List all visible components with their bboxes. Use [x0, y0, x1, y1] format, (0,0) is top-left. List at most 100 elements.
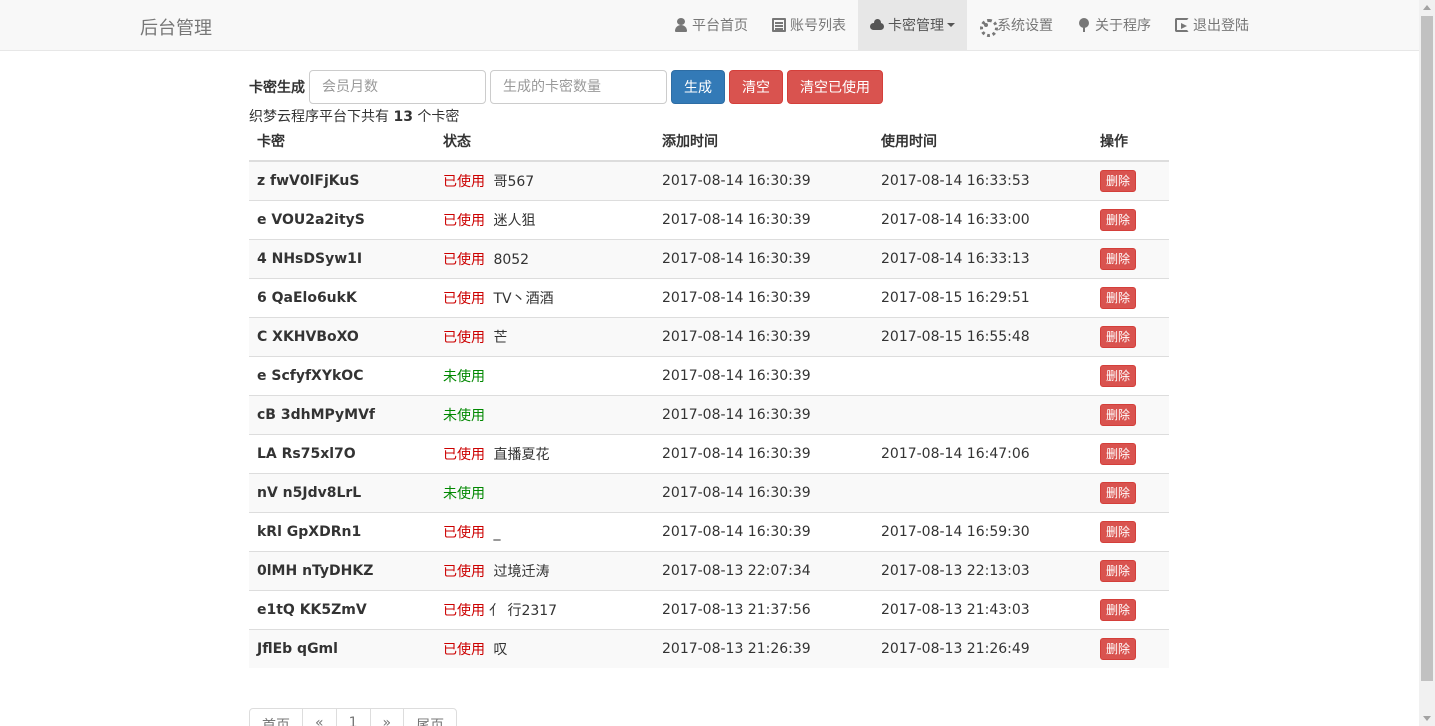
nav-item-label: 退出登陆	[1193, 18, 1249, 34]
added-time-cell: 2017-08-14 16:30:39	[654, 316, 873, 356]
cloud-icon	[870, 18, 884, 32]
delete-button[interactable]: 删除	[1100, 481, 1136, 504]
page-next[interactable]: »	[369, 708, 405, 726]
status-cell: 未使用	[435, 472, 654, 512]
status-badge: 未使用	[443, 407, 485, 424]
added-time-cell: 2017-08-13 21:37:56	[654, 589, 873, 629]
page-current[interactable]: 1	[335, 708, 371, 726]
card-key-cell: e VOU2a2ityS	[249, 199, 435, 239]
card-key-cell: JflEb qGml	[249, 628, 435, 668]
used-time-cell: 2017-08-14 16:47:06	[873, 433, 1092, 473]
used-time-cell	[873, 472, 1092, 512]
member-months-input[interactable]	[309, 70, 486, 104]
status-badge: 已使用	[443, 173, 485, 190]
used-time-cell: 2017-08-14 16:59:30	[873, 511, 1092, 551]
delete-button[interactable]: 删除	[1100, 208, 1136, 231]
gear-icon	[979, 18, 998, 37]
nav-item-about[interactable]: 关于程序	[1065, 0, 1163, 50]
card-key-cell: z fwV0lFjKuS	[249, 160, 435, 200]
status-cell: 已使用 过境迁涛	[435, 550, 654, 590]
added-time-cell: 2017-08-14 16:30:39	[654, 433, 873, 473]
status-badge: 已使用	[443, 329, 485, 346]
used-time-cell: 2017-08-13 21:26:49	[873, 628, 1092, 668]
status-cell: 已使用亻 行2317	[435, 589, 654, 629]
added-time-cell: 2017-08-13 22:07:34	[654, 550, 873, 590]
user-name: _	[489, 524, 501, 541]
used-time-cell: 2017-08-14 16:33:00	[873, 199, 1092, 239]
nav-item-home[interactable]: 平台首页	[662, 0, 760, 50]
table-header-row: 卡密 状态 添加时间 使用时间 操作	[249, 122, 1169, 162]
status-cell: 未使用	[435, 355, 654, 395]
scroll-down-arrow-icon[interactable]	[1423, 716, 1431, 721]
status-cell: 已使用 迷人狙	[435, 199, 654, 239]
status-badge: 已使用	[443, 446, 485, 463]
brand-title[interactable]: 后台管理	[140, 14, 212, 40]
page-prev[interactable]: «	[302, 708, 337, 726]
nav-item-accounts[interactable]: 账号列表	[760, 0, 858, 50]
nav-item-label: 系统设置	[997, 18, 1053, 34]
delete-button[interactable]: 删除	[1100, 637, 1136, 660]
card-generate-form: 卡密生成 生成 清空 清空已使用	[249, 70, 887, 104]
table-row: LA Rs75xl7O 已使用 直播夏花 2017-08-14 16:30:39 20…	[249, 433, 1169, 473]
nav-item-logout[interactable]: 退出登陆	[1163, 0, 1261, 50]
scroll-up-arrow-icon[interactable]	[1423, 5, 1431, 10]
delete-button[interactable]: 删除	[1100, 286, 1136, 309]
used-time-cell: 2017-08-14 16:33:53	[873, 160, 1092, 200]
status-cell: 已使用 哥567	[435, 160, 654, 200]
user-name: 哥567	[489, 173, 535, 190]
page-last[interactable]: 尾页	[403, 708, 458, 726]
status-badge: 已使用	[443, 212, 485, 229]
card-table: 卡密 状态 添加时间 使用时间 操作 z fwV0lFjKuS 已使用 哥567 2…	[249, 122, 1169, 668]
top-navbar: 后台管理 平台首页 账号列表 卡密管理 系统设置 关于程序 退出登陆	[0, 0, 1419, 51]
delete-button[interactable]: 删除	[1100, 520, 1136, 543]
table-row: kRl GpXDRn1 已使用 _ 2017-08-14 16:30:39 2017-…	[249, 511, 1169, 551]
delete-button[interactable]: 删除	[1100, 169, 1136, 192]
card-key-cell: cB 3dhMPyMVf	[249, 394, 435, 434]
delete-button[interactable]: 删除	[1100, 325, 1136, 348]
page-first[interactable]: 首页	[249, 708, 303, 726]
delete-button[interactable]: 删除	[1100, 364, 1136, 387]
status-badge: 未使用	[443, 485, 485, 502]
status-cell: 已使用 TV丶酒酒	[435, 277, 654, 317]
delete-button[interactable]: 删除	[1100, 403, 1136, 426]
actions-cell: 删除	[1092, 472, 1169, 512]
delete-button[interactable]: 删除	[1100, 598, 1136, 621]
user-name: 直播夏花	[489, 446, 550, 463]
added-time-cell: 2017-08-14 16:30:39	[654, 511, 873, 551]
used-time-cell: 2017-08-15 16:29:51	[873, 277, 1092, 317]
used-time-cell	[873, 355, 1092, 395]
vertical-scrollbar[interactable]	[1419, 0, 1435, 726]
added-time-cell: 2017-08-14 16:30:39	[654, 199, 873, 239]
used-time-cell: 2017-08-13 21:43:03	[873, 589, 1092, 629]
main-nav: 平台首页 账号列表 卡密管理 系统设置 关于程序 退出登陆	[662, 0, 1261, 50]
user-name: 迷人狙	[489, 212, 536, 229]
used-time-cell: 2017-08-15 16:55:48	[873, 316, 1092, 356]
clear-used-button[interactable]: 清空已使用	[787, 70, 883, 104]
status-badge: 已使用	[443, 641, 485, 658]
generate-button[interactable]: 生成	[671, 70, 725, 104]
table-row: e1tQ KK5ZmV 已使用亻 行2317 2017-08-13 21:37:56…	[249, 589, 1169, 629]
delete-button[interactable]: 删除	[1100, 247, 1136, 270]
user-icon	[674, 18, 688, 32]
nav-item-label: 平台首页	[692, 18, 748, 34]
card-count-input[interactable]	[490, 70, 667, 104]
table-row: JflEb qGml 已使用 叹 2017-08-13 21:26:39 2017-0…	[249, 628, 1169, 668]
card-key-cell: nV n5Jdv8LrL	[249, 472, 435, 512]
scroll-thumb[interactable]	[1421, 16, 1433, 681]
actions-cell: 删除	[1092, 160, 1169, 200]
status-cell: 已使用 8052	[435, 238, 654, 278]
nav-item-card-management[interactable]: 卡密管理	[858, 0, 967, 50]
actions-cell: 删除	[1092, 394, 1169, 434]
status-badge: 未使用	[443, 368, 485, 385]
card-key-cell: e ScfyfXYkOC	[249, 355, 435, 395]
status-badge: 已使用	[443, 290, 485, 307]
delete-button[interactable]: 删除	[1100, 559, 1136, 582]
nav-item-settings[interactable]: 系统设置	[967, 0, 1065, 50]
actions-cell: 删除	[1092, 550, 1169, 590]
status-cell: 已使用 直播夏花	[435, 433, 654, 473]
header-actions: 操作	[1092, 122, 1169, 162]
clear-button[interactable]: 清空	[729, 70, 783, 104]
added-time-cell: 2017-08-14 16:30:39	[654, 160, 873, 200]
header-key: 卡密	[249, 122, 435, 162]
delete-button[interactable]: 删除	[1100, 442, 1136, 465]
